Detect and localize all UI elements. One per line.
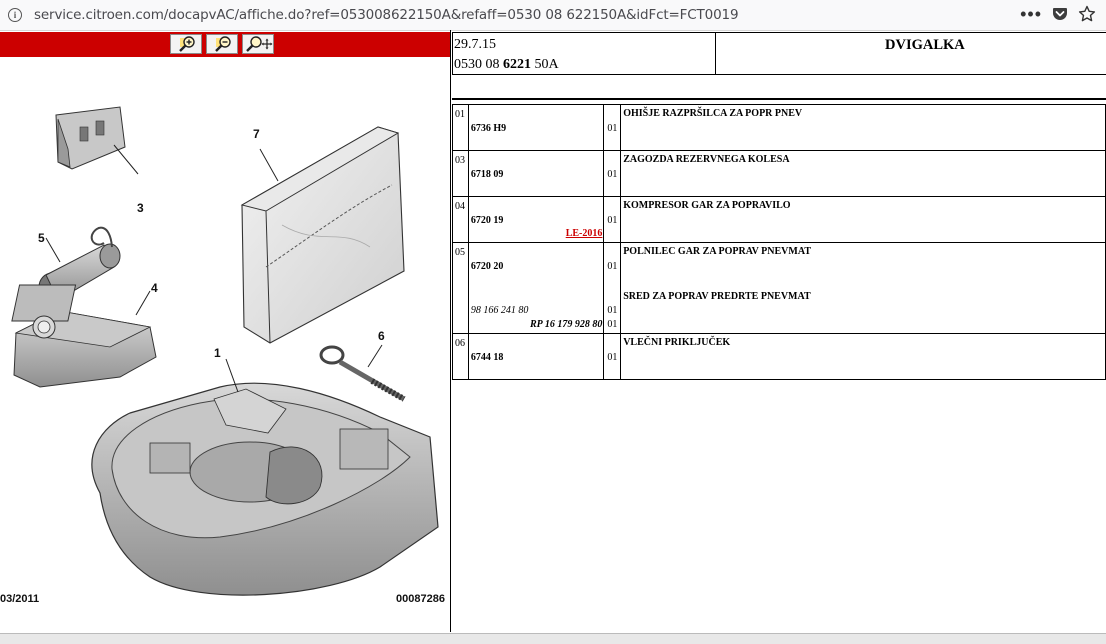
row-number-cell: 01 xyxy=(452,104,469,151)
part-description: POLNILEC GAR ZA POPRAV PNEVMAT xyxy=(623,246,811,257)
row-number: 04 xyxy=(455,201,465,212)
le-2016-link[interactable]: LE-2016 xyxy=(566,228,603,239)
description-cell: KOMPRESOR GAR ZA POPRAVILO xyxy=(620,196,1106,243)
part-ref-cell: 6720 19 LE-2016 xyxy=(467,196,605,243)
zoom-out-button[interactable] xyxy=(206,34,238,54)
row-number-cell: 04 xyxy=(452,196,469,243)
url-bar[interactable]: i service.citroen.com/docapvAC/affiche.d… xyxy=(0,0,1106,31)
callout-6: 6 xyxy=(378,329,385,343)
callout-5: 5 xyxy=(38,231,45,245)
header-rule xyxy=(452,98,1106,100)
part-quantity: 01 xyxy=(607,352,618,363)
url-text[interactable]: service.citroen.com/docapvAC/affiche.do?… xyxy=(34,7,739,23)
callout-3: 3 xyxy=(137,201,144,215)
image-code: 00087286 xyxy=(396,593,445,605)
row-number: 01 xyxy=(455,109,465,120)
part-7-storage-bag xyxy=(240,126,405,344)
table-row[interactable]: 04 6720 19 LE-2016 01 KOMPRESOR GAR ZA P… xyxy=(452,196,1106,243)
row-number: 05 xyxy=(455,247,465,258)
callout-4: 4 xyxy=(151,281,158,295)
table-row[interactable]: 01 6736 H9 01 OHIŠJE RAZPRŠILCA ZA POPR … xyxy=(452,104,1106,151)
quantity-cell: 01 xyxy=(603,333,622,380)
part-ref-cell: 6720 20 98 166 241 80 RP 16 179 928 80 xyxy=(467,242,605,334)
zoom-toolbar xyxy=(0,32,450,57)
image-pane: 7 3 5 4 1 6 03/2011 00087286 xyxy=(0,32,450,633)
parts-illustration xyxy=(11,106,439,596)
header-divider xyxy=(715,33,716,74)
zoom-in-button[interactable] xyxy=(170,34,202,54)
part-quantity: 01 xyxy=(607,261,618,272)
alternate-reference: 98 166 241 80 xyxy=(470,305,529,316)
description-cell: POLNILEC GAR ZA POPRAV PNEVMAT SRED ZA P… xyxy=(620,242,1106,334)
part-reference: 6744 18 xyxy=(470,352,504,363)
row-number-cell: 03 xyxy=(452,150,469,197)
page-title: DVIGALKA xyxy=(885,37,965,53)
description-cell: OHIŠJE RAZPRŠILCA ZA POPR PNEV xyxy=(620,104,1106,151)
part-description: OHIŠJE RAZPRŠILCA ZA POPR PNEV xyxy=(623,108,803,119)
document-reference: 0530 08 6221 50A xyxy=(454,57,559,73)
ref-prefix: 0530 08 xyxy=(454,57,500,72)
quantity-cell: 01 xyxy=(603,104,622,151)
quantity-cell: 01 xyxy=(603,150,622,197)
pocket-icon[interactable] xyxy=(1052,6,1068,22)
part-reference: 6736 H9 xyxy=(470,123,507,134)
alternate-reference-rp: RP 16 179 928 80 xyxy=(529,319,603,330)
part-reference: 6718 09 xyxy=(470,169,504,180)
zoom-out-icon xyxy=(215,36,231,52)
part-quantity: 01 xyxy=(607,169,618,180)
alternate-quantity-rp: 01 xyxy=(607,319,618,330)
ref-bold: 6221 xyxy=(503,57,531,72)
table-row[interactable]: 05 6720 20 98 166 241 80 RP 16 179 928 8… xyxy=(452,242,1106,334)
pane-divider[interactable] xyxy=(450,30,451,632)
part-4-compressor xyxy=(11,284,157,388)
part-reference: 6720 19 xyxy=(470,215,504,226)
ref-suffix: 50A xyxy=(534,57,559,72)
callout-1: 1 xyxy=(214,346,221,360)
description-cell: VLEČNI PRIKLJUČEK xyxy=(620,333,1106,380)
description-cell: ZAGOZDA REZERVNEGA KOLESA xyxy=(620,150,1106,197)
row-number: 06 xyxy=(455,338,465,349)
table-row[interactable]: 03 6718 09 01 ZAGOZDA REZERVNEGA KOLESA xyxy=(452,150,1106,197)
row-number-cell: 06 xyxy=(452,333,469,380)
part-quantity: 01 xyxy=(607,215,618,226)
bottom-scrollbar[interactable] xyxy=(0,633,1106,644)
part-ref-cell: 6718 09 xyxy=(467,150,605,197)
part-reference: 6720 20 xyxy=(470,261,504,272)
document-date: 29.7.15 xyxy=(454,37,496,52)
more-actions-icon[interactable]: ••• xyxy=(1020,5,1042,23)
bookmark-star-icon[interactable] xyxy=(1078,5,1096,23)
image-date-code: 03/2011 xyxy=(0,593,40,605)
callout-7: 7 xyxy=(253,127,260,141)
part-description: VLEČNI PRIKLJUČEK xyxy=(623,337,731,348)
quantity-cell: 01 01 01 xyxy=(603,242,622,334)
part-6-towing-eye xyxy=(319,344,406,402)
part-3-wheel-wedge xyxy=(55,106,139,175)
part-description-secondary: SRED ZA POPRAV PREDRTE PNEVMAT xyxy=(623,291,811,302)
parts-table: 01 6736 H9 01 OHIŠJE RAZPRŠILCA ZA POPR … xyxy=(452,104,1106,380)
row-number: 03 xyxy=(455,155,465,166)
document-header: 29.7.15 0530 08 6221 50A DVIGALKA xyxy=(452,32,1106,75)
part-ref-cell: 6736 H9 xyxy=(467,104,605,151)
zoom-pan-icon xyxy=(246,36,273,52)
alternate-quantity: 01 xyxy=(607,305,618,316)
quantity-cell: 01 xyxy=(603,196,622,243)
part-1-foam-tray xyxy=(91,358,439,596)
row-number-cell: 05 xyxy=(452,242,469,334)
exploded-parts-diagram: 7 3 5 4 1 6 03/2011 00087286 xyxy=(0,57,450,633)
part-ref-cell: 6744 18 xyxy=(467,333,605,380)
part-description: ZAGOZDA REZERVNEGA KOLESA xyxy=(623,154,790,165)
zoom-in-icon xyxy=(179,36,195,52)
info-icon[interactable]: i xyxy=(8,8,22,22)
zoom-pan-button[interactable] xyxy=(242,34,274,54)
url-tools: ••• xyxy=(1020,5,1096,23)
part-description: KOMPRESOR GAR ZA POPRAVILO xyxy=(623,200,791,211)
table-row[interactable]: 06 6744 18 01 VLEČNI PRIKLJUČEK xyxy=(452,333,1106,380)
part-quantity: 01 xyxy=(607,123,618,134)
